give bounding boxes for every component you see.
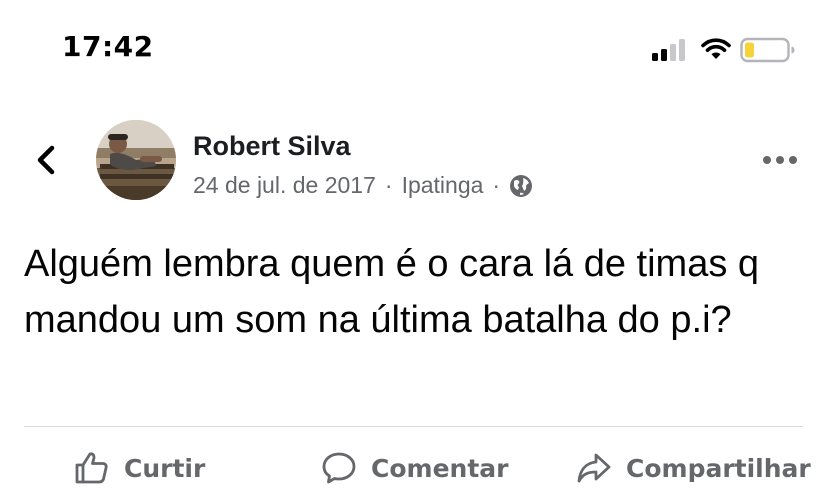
wifi-icon (701, 38, 731, 59)
author-name[interactable]: Robert Silva (193, 131, 351, 162)
facebook-post-screen: 17:42 Robert Silva 24 de jul. de 2017 · … (0, 0, 827, 492)
globe-icon (510, 174, 533, 197)
meta-separator: · (384, 172, 393, 198)
battery-icon (740, 37, 795, 63)
like-label: Curtir (124, 453, 206, 483)
avatar-photo (96, 120, 176, 200)
share-button[interactable]: Compartilhar (576, 446, 811, 490)
meta-separator: · (492, 172, 501, 198)
status-time: 17:42 (62, 30, 154, 63)
post-meta: 24 de jul. de 2017 · Ipatinga · (193, 172, 533, 199)
signal-icon (652, 39, 685, 61)
actions-divider (24, 426, 803, 427)
like-button[interactable]: Curtir (74, 446, 205, 490)
author-avatar[interactable] (96, 120, 176, 200)
chevron-left-icon[interactable] (30, 140, 64, 180)
share-label: Compartilhar (626, 453, 811, 483)
comment-button[interactable]: Comentar (321, 446, 508, 490)
comment-icon (322, 452, 356, 484)
thumbs-up-icon (75, 452, 108, 484)
status-bar: 17:42 (0, 0, 827, 96)
post-text: Alguém lembra quem é o cara lá de timas … (24, 243, 760, 341)
more-options-icon[interactable] (760, 150, 800, 170)
post-location[interactable]: Ipatinga (402, 172, 484, 199)
comment-label: Comentar (371, 453, 509, 483)
post-date[interactable]: 24 de jul. de 2017 (193, 172, 376, 199)
share-icon (577, 453, 611, 483)
